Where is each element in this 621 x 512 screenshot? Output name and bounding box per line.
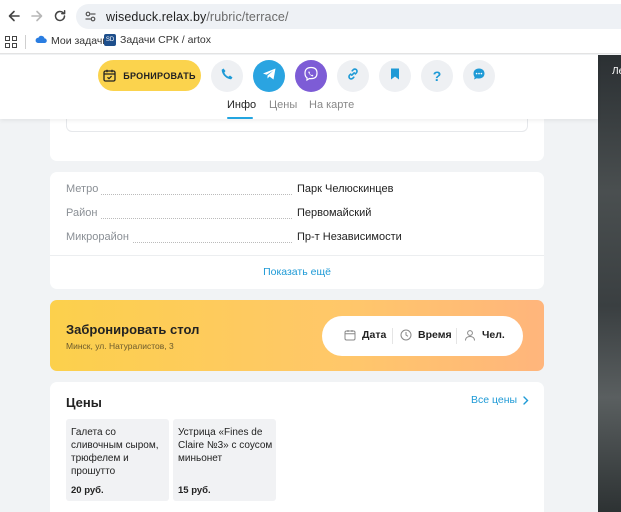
location-row-microdistrict: Микрорайон Пр-т Независимости — [66, 231, 528, 247]
pill-divider — [456, 328, 457, 344]
reload-icon[interactable] — [50, 6, 70, 26]
url-path: /rubric/terrace/ — [206, 9, 289, 24]
people-label: Чел. — [482, 329, 505, 341]
location-label: Район — [66, 207, 101, 219]
calendar-icon — [344, 329, 356, 341]
date-picker-button[interactable]: Дата — [344, 329, 386, 341]
booking-selector: Дата Время Чел. — [322, 316, 523, 356]
viber-button[interactable] — [295, 60, 327, 92]
price-item-value: 15 руб. — [178, 485, 211, 496]
chat-button[interactable] — [463, 60, 495, 92]
prices-title: Цены — [66, 395, 102, 410]
date-label: Дата — [362, 329, 387, 341]
info-inner-box — [66, 119, 528, 132]
help-button[interactable]: ? — [421, 60, 453, 92]
show-more-link[interactable]: Показать ещё — [50, 266, 544, 278]
cloud-icon — [35, 34, 47, 47]
price-item-name: Галета со сливочным сыром, трюфелем и пр… — [71, 427, 159, 477]
booking-title: Забронировать стол — [66, 322, 200, 337]
time-label: Время — [418, 329, 452, 341]
chevron-right-icon — [523, 395, 529, 405]
book-button[interactable]: БРОНИРОВАТЬ — [98, 60, 201, 91]
tab-map[interactable]: На карте — [309, 99, 354, 111]
location-value[interactable]: Парк Челюскинцев — [297, 183, 393, 195]
divider — [50, 255, 544, 256]
location-row-metro: Метро Парк Челюскинцев — [66, 183, 528, 199]
back-icon[interactable] — [4, 6, 24, 26]
phone-button[interactable] — [211, 60, 243, 92]
share-link-button[interactable] — [337, 60, 369, 92]
telegram-button[interactable] — [253, 60, 285, 92]
price-item-name: Устрица «Fines de Claire №3» с соусом ми… — [178, 427, 273, 464]
info-card — [50, 119, 544, 161]
bookmark-icon — [389, 67, 401, 86]
link-icon — [346, 67, 360, 86]
active-tab-indicator — [227, 117, 253, 119]
location-value[interactable]: Пр-т Независимости — [297, 231, 402, 243]
side-photo-panel: Ле — [598, 55, 621, 512]
address-bar[interactable]: wiseduck.relax.by/rubric/terrace/ — [76, 4, 621, 29]
location-label: Метро — [66, 183, 102, 195]
chat-icon — [472, 67, 486, 86]
tab-info[interactable]: Инфо — [227, 99, 256, 111]
viber-icon — [303, 66, 319, 87]
bookmark-button[interactable] — [379, 60, 411, 92]
bookmarks-divider — [25, 35, 26, 49]
book-button-label: БРОНИРОВАТЬ — [123, 70, 196, 81]
calendar-check-icon — [103, 69, 116, 82]
price-item[interactable]: Устрица «Fines de Claire №3» с соусом ми… — [173, 419, 276, 501]
bookmark-label: Мои задачи — [51, 34, 109, 47]
pill-divider — [392, 328, 393, 344]
time-picker-button[interactable]: Время — [400, 329, 452, 341]
booking-card: Забронировать стол Минск, ул. Натуралист… — [50, 300, 544, 371]
question-icon: ? — [432, 68, 442, 84]
side-panel-text: Ле — [612, 66, 621, 77]
telegram-icon — [262, 67, 277, 86]
guests-picker-button[interactable]: Чел. — [464, 329, 505, 341]
price-item[interactable]: Галета со сливочным сыром, трюфелем и пр… — [66, 419, 169, 501]
bookmark-label: Задачи СРК / artox — [120, 34, 211, 46]
url-host: wiseduck.relax.by — [106, 9, 207, 24]
location-row-district: Район Первомайский — [66, 207, 528, 223]
booking-address: Минск, ул. Натуралистов, 3 — [66, 341, 174, 351]
sd-badge-icon: SD — [104, 34, 116, 46]
site-settings-icon[interactable] — [82, 9, 98, 25]
clock-icon — [400, 329, 412, 341]
all-prices-label: Все цены — [471, 394, 518, 406]
bookmark-my-tasks[interactable]: Мои задачи — [35, 34, 108, 47]
tab-prices[interactable]: Цены — [269, 99, 297, 111]
forward-icon[interactable] — [27, 6, 47, 26]
phone-icon — [220, 67, 234, 86]
location-value[interactable]: Первомайский — [297, 207, 371, 219]
url-text: wiseduck.relax.by/rubric/terrace/ — [106, 10, 289, 24]
person-icon — [464, 329, 476, 341]
bookmark-sd-tasks[interactable]: SD Задачи СРК / artox — [104, 34, 211, 46]
all-prices-link[interactable]: Все цены — [471, 394, 529, 406]
location-label: Микрорайон — [66, 231, 132, 243]
apps-grid-icon[interactable] — [5, 35, 17, 53]
price-item-value: 20 руб. — [71, 485, 104, 496]
location-card: Метро Парк Челюскинцев Район Первомайски… — [50, 172, 544, 289]
prices-card: Цены Все цены Галета со сливочным сыром,… — [50, 382, 544, 512]
